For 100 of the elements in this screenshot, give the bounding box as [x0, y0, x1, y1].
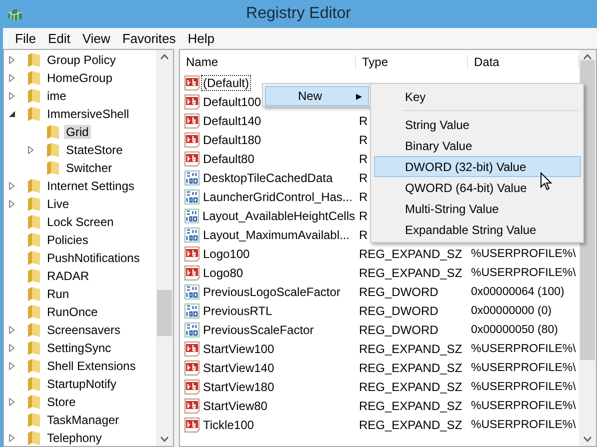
- tree-item[interactable]: ImmersiveShell: [45, 107, 132, 121]
- tree-item[interactable]: TaskManager: [45, 413, 122, 427]
- expand-arrow-icon[interactable]: [7, 433, 17, 443]
- menu-item[interactable]: New ▸: [265, 86, 369, 106]
- folder-icon: [27, 430, 41, 446]
- folder-icon: [27, 376, 41, 392]
- folder-icon: [27, 52, 41, 68]
- tree-item[interactable]: Policies: [45, 233, 90, 247]
- string-value-icon: [184, 416, 200, 432]
- string-value-icon: [184, 246, 200, 262]
- menu-item[interactable]: Key: [374, 86, 581, 107]
- value-name[interactable]: Default180: [202, 132, 262, 146]
- tree-item[interactable]: Internet Settings: [45, 179, 136, 193]
- tree-item[interactable]: PushNotifications: [45, 251, 142, 265]
- folder-icon: [27, 214, 41, 230]
- expand-arrow-icon[interactable]: [7, 55, 17, 65]
- menu-item[interactable]: String Value: [374, 114, 581, 135]
- value-name[interactable]: Default140: [202, 114, 262, 128]
- expand-arrow-icon[interactable]: [7, 181, 17, 191]
- menu-item[interactable]: Help: [182, 30, 221, 46]
- collapse-arrow-icon[interactable]: [7, 109, 17, 119]
- menu-item[interactable]: Edit: [42, 30, 76, 46]
- data-cell: %USERPROFILE%\: [471, 418, 576, 430]
- data-cell: %USERPROFILE%\: [471, 266, 576, 278]
- value-name[interactable]: Default80: [202, 152, 256, 166]
- value-name[interactable]: StartView140: [202, 360, 276, 374]
- column-header[interactable]: Type: [356, 54, 468, 68]
- value-name[interactable]: Layout_AvailableHeightCells: [201, 208, 356, 222]
- string-value-icon: [184, 150, 200, 166]
- menu-item[interactable]: Expandable String Value: [374, 219, 581, 240]
- menu-item[interactable]: Multi-String Value: [374, 198, 581, 219]
- binary-value-icon: [184, 284, 200, 300]
- value-name[interactable]: LauncherGridControl_Has...: [202, 190, 354, 204]
- expand-arrow-icon[interactable]: [7, 199, 17, 209]
- scroll-down-icon[interactable]: [160, 436, 169, 442]
- binary-value-icon: [184, 322, 200, 338]
- binary-value-icon: [184, 302, 200, 318]
- value-name[interactable]: PreviousRTL: [202, 304, 274, 318]
- tree-item[interactable]: StateStore: [64, 143, 125, 157]
- value-name[interactable]: Logo100: [202, 246, 251, 260]
- tree-item[interactable]: SettingSync: [45, 341, 114, 355]
- type-cell: REG_EXPAND_SZ: [359, 380, 462, 394]
- folder-icon: [27, 286, 41, 302]
- tree-item[interactable]: StartupNotify: [45, 377, 118, 391]
- value-name[interactable]: StartView80: [202, 398, 268, 412]
- tree-item[interactable]: Live: [45, 197, 72, 211]
- expand-arrow-icon[interactable]: [26, 145, 36, 155]
- value-name[interactable]: DesktopTileCachedData: [202, 170, 334, 184]
- tree-item[interactable]: Store: [45, 395, 78, 409]
- type-cell: REG_DWORD: [359, 304, 438, 318]
- scroll-up-icon[interactable]: [583, 54, 592, 60]
- expand-arrow-icon[interactable]: [7, 325, 17, 335]
- expand-arrow-icon[interactable]: [7, 91, 17, 101]
- menu-item[interactable]: View: [76, 30, 116, 46]
- value-name[interactable]: Layout_MaximumAvailabl...: [202, 228, 351, 242]
- type-cell: R: [359, 170, 368, 184]
- menu-item[interactable]: Binary Value: [374, 135, 581, 156]
- tree-item[interactable]: Grid: [64, 125, 91, 139]
- tree-item[interactable]: Lock Screen: [45, 215, 116, 229]
- type-cell: R: [359, 114, 368, 128]
- value-name[interactable]: StartView100: [202, 342, 276, 356]
- tree-item[interactable]: RunOnce: [45, 305, 100, 319]
- value-name[interactable]: Logo80: [202, 266, 244, 280]
- string-value-icon: [184, 264, 200, 280]
- menu-item[interactable]: QWORD (64-bit) Value: [374, 177, 581, 198]
- data-cell: %USERPROFILE%\: [471, 342, 576, 354]
- expand-arrow-icon[interactable]: [7, 343, 17, 353]
- string-value-icon: [184, 94, 200, 110]
- tree-item[interactable]: ime: [45, 89, 68, 103]
- value-name[interactable]: Tickle100: [202, 418, 255, 432]
- value-name[interactable]: PreviousScaleFactor: [202, 322, 315, 336]
- scroll-down-icon[interactable]: [583, 436, 592, 442]
- scrollbar-thumb[interactable]: [157, 290, 172, 336]
- tree-item[interactable]: Run: [45, 287, 72, 301]
- menu-item[interactable]: Favorites: [116, 30, 182, 46]
- tree-item[interactable]: Group Policy: [45, 53, 118, 67]
- registry-icon: [6, 6, 24, 22]
- value-name[interactable]: (Default): [202, 76, 250, 90]
- menu-item[interactable]: File: [9, 30, 42, 46]
- tree-item[interactable]: Screensavers: [45, 323, 122, 337]
- value-name[interactable]: PreviousLogoScaleFactor: [202, 284, 342, 298]
- expand-arrow-icon[interactable]: [7, 397, 17, 407]
- binary-value-icon: [184, 226, 200, 242]
- tree-item[interactable]: RADAR: [45, 269, 92, 283]
- tree-item[interactable]: Switcher: [64, 161, 114, 175]
- tree-item[interactable]: Shell Extensions: [45, 359, 138, 373]
- menu-item[interactable]: DWORD (32-bit) Value: [374, 156, 581, 177]
- type-cell: R: [359, 190, 368, 204]
- expand-arrow-icon[interactable]: [7, 73, 17, 83]
- tree-item[interactable]: HomeGroup: [45, 71, 114, 85]
- value-name[interactable]: StartView180: [202, 380, 276, 394]
- value-name[interactable]: Default100: [202, 94, 262, 108]
- scroll-up-icon[interactable]: [160, 54, 169, 60]
- data-cell: %USERPROFILE%\: [471, 248, 576, 260]
- folder-icon: [27, 394, 41, 410]
- expand-arrow-icon[interactable]: [7, 361, 17, 371]
- type-cell: REG_DWORD: [359, 284, 438, 298]
- tree-item[interactable]: Telephony: [45, 431, 104, 445]
- column-header[interactable]: Name: [180, 54, 356, 68]
- scrollbar[interactable]: [156, 50, 173, 446]
